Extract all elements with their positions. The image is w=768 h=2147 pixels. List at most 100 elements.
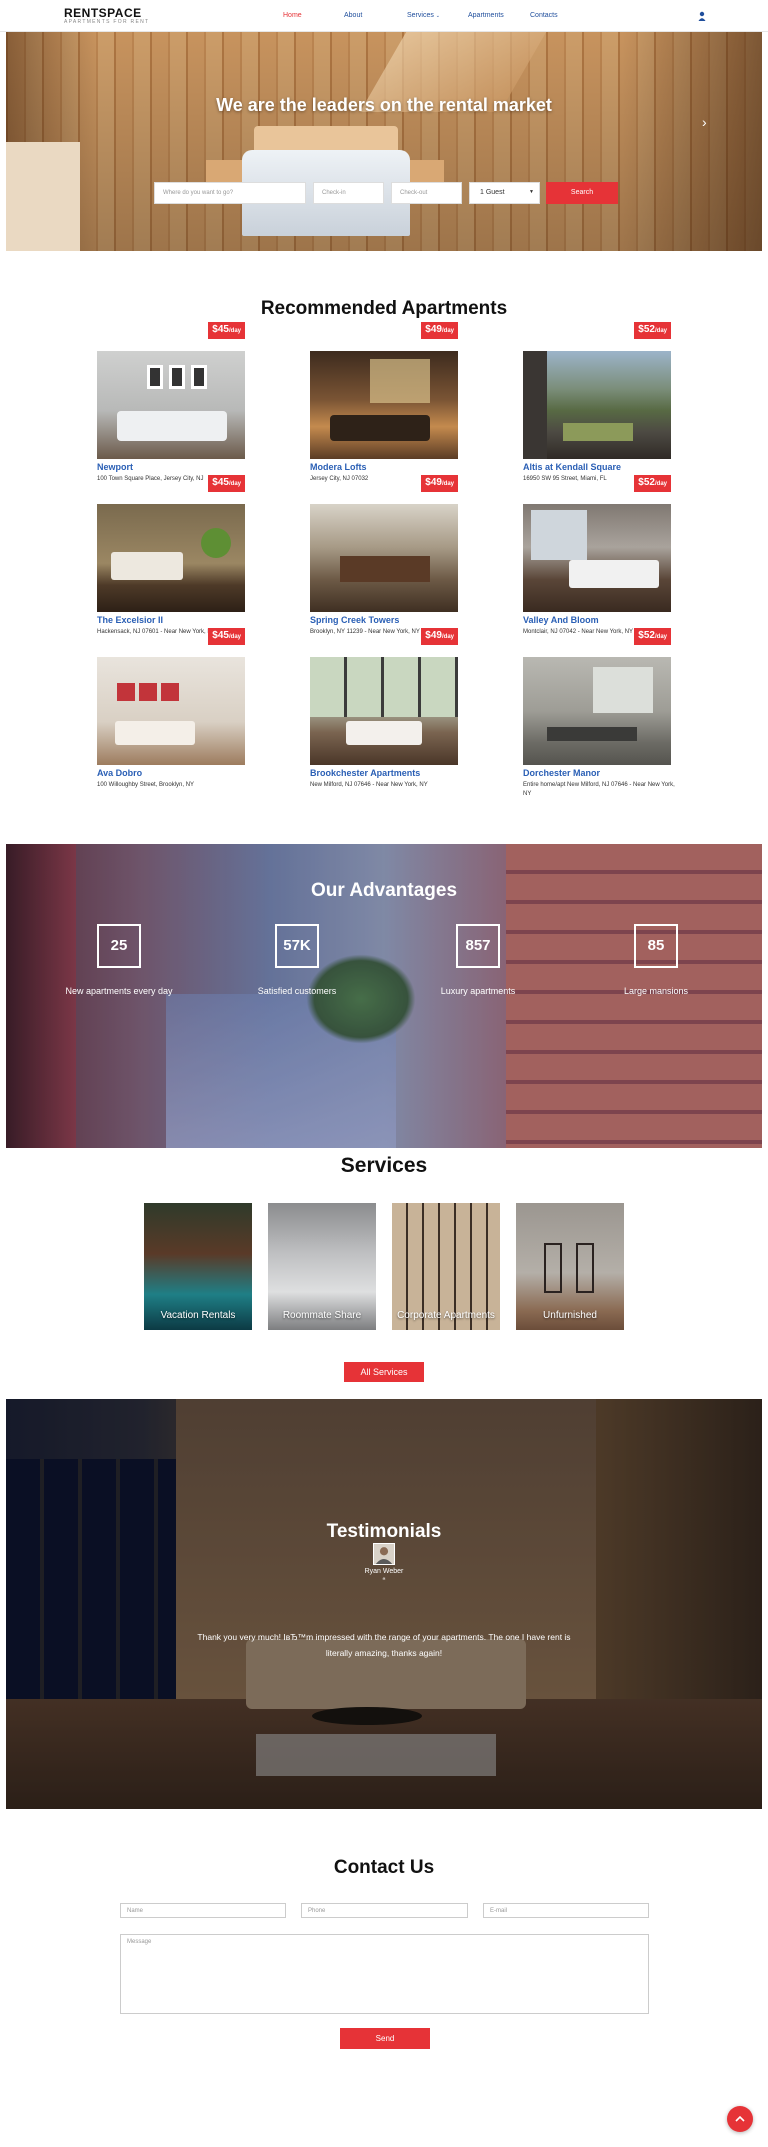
- price-value: $45: [212, 324, 229, 335]
- nav-services-label: Services: [407, 12, 434, 19]
- apartment-photo[interactable]: [310, 351, 458, 459]
- nav-home[interactable]: Home: [283, 12, 302, 19]
- price-unit: /day: [228, 634, 241, 640]
- apartment-name[interactable]: The Excelsior II: [97, 615, 163, 625]
- price-unit: /day: [654, 634, 667, 640]
- quote-icon: “: [382, 1576, 386, 1586]
- stat-label: Luxury apartments: [440, 986, 516, 996]
- testimonials-overlay: [6, 1399, 762, 1809]
- search-button[interactable]: Search: [546, 182, 618, 204]
- stat-label: Satisfied customers: [257, 986, 337, 996]
- apartment-photo[interactable]: [97, 504, 245, 612]
- price-tag: $52/day: [634, 322, 671, 339]
- price-value: $52: [638, 477, 655, 488]
- user-icon[interactable]: [698, 11, 706, 21]
- phone-input[interactable]: Phone: [301, 1903, 468, 1918]
- stat-item: 85 Large mansions: [601, 924, 711, 999]
- price-tag: $45/day: [208, 475, 245, 492]
- send-button[interactable]: Send: [340, 2028, 430, 2049]
- price-value: $45: [212, 477, 229, 488]
- nav-services[interactable]: Services ⌄: [407, 12, 440, 19]
- nav-apartments[interactable]: Apartments: [468, 12, 504, 19]
- hero-shade-right: [622, 32, 762, 251]
- apartment-address: New Milford, NJ 07646 - Near New York, N…: [310, 782, 428, 788]
- service-card[interactable]: Roommate Share: [268, 1203, 376, 1330]
- service-label: Vacation Rentals: [160, 1310, 236, 1321]
- all-services-button[interactable]: All Services: [344, 1362, 424, 1382]
- chevron-down-icon: ⌄: [435, 13, 440, 19]
- price-unit: /day: [441, 328, 454, 334]
- apartment-name[interactable]: Spring Creek Towers: [310, 615, 399, 625]
- stat-label: New apartments every day: [65, 986, 173, 996]
- apartment-photo[interactable]: [310, 657, 458, 765]
- chevron-right-icon[interactable]: ›: [702, 114, 707, 130]
- stat-value: 857: [456, 924, 500, 968]
- name-input[interactable]: Name: [120, 1903, 286, 1918]
- testimonials-section: Testimonials Ryan Weber “ Thank you very…: [6, 1399, 762, 1809]
- apartment-name[interactable]: Modera Lofts: [310, 462, 367, 472]
- advantages-section: Our Advantages 25 New apartments every d…: [6, 844, 762, 1148]
- guests-select[interactable]: 1 Guest ▼: [469, 182, 540, 204]
- hero-title: We are the leaders on the rental market: [216, 95, 552, 115]
- checkout-input[interactable]: Check-out: [391, 182, 462, 204]
- price-tag: $49/day: [421, 322, 458, 339]
- price-tag: $45/day: [208, 628, 245, 645]
- price-tag: $45/day: [208, 322, 245, 339]
- site-header: RENTSPACE APARTMENTS FOR RENT Home About…: [0, 0, 768, 32]
- logo-subtitle: APARTMENTS FOR RENT: [64, 19, 150, 25]
- price-value: $49: [425, 477, 442, 488]
- price-unit: /day: [441, 481, 454, 487]
- guests-value: 1 Guest: [480, 189, 505, 196]
- testimonial-text: Thank you very much! IвЂ™m impressed wit…: [197, 1632, 571, 1658]
- service-card[interactable]: Unfurnished: [516, 1203, 624, 1330]
- nav-about[interactable]: About: [344, 12, 362, 19]
- apartment-photo[interactable]: [97, 351, 245, 459]
- checkin-input[interactable]: Check-in: [313, 182, 384, 204]
- price-unit: /day: [654, 328, 667, 334]
- apartment-name[interactable]: Ava Dobro: [97, 768, 142, 778]
- apartment-photo[interactable]: [523, 657, 671, 765]
- service-label: Roommate Share: [282, 1310, 362, 1321]
- apartment-name[interactable]: Brookchester Apartments: [310, 768, 420, 778]
- apartment-name[interactable]: Altis at Kendall Square: [523, 462, 621, 472]
- price-value: $49: [425, 324, 442, 335]
- hero-banner: We are the leaders on the rental market …: [6, 32, 762, 251]
- advantages-title: Our Advantages: [310, 880, 458, 901]
- stat-item: 857 Luxury apartments: [423, 924, 533, 999]
- price-value: $45: [212, 630, 229, 641]
- apartment-photo[interactable]: [97, 657, 245, 765]
- price-unit: /day: [441, 634, 454, 640]
- scroll-to-top-button[interactable]: [727, 2106, 753, 2132]
- apartment-name[interactable]: Dorchester Manor: [523, 768, 600, 778]
- caret-down-icon: ▼: [529, 189, 534, 195]
- stat-value: 85: [634, 924, 678, 968]
- hero-dresser: [6, 142, 80, 251]
- price-unit: /day: [228, 328, 241, 334]
- apartment-photo[interactable]: [523, 351, 671, 459]
- logo[interactable]: RENTSPACE APARTMENTS FOR RENT: [64, 7, 149, 25]
- price-unit: /day: [654, 481, 667, 487]
- nav-contacts[interactable]: Contacts: [530, 12, 558, 19]
- testimonial-author: Ryan Weber: [364, 1568, 404, 1575]
- stat-item: 25 New apartments every day: [64, 924, 174, 999]
- avatar: [373, 1543, 395, 1565]
- price-value: $52: [638, 324, 655, 335]
- chevron-up-icon: [735, 2115, 745, 2122]
- apartment-address: Entire home/apt New Milford, NJ 07646 - …: [523, 782, 675, 797]
- apartment-name[interactable]: Valley And Bloom: [523, 615, 599, 625]
- price-tag: $52/day: [634, 628, 671, 645]
- price-unit: /day: [228, 481, 241, 487]
- stat-label: Large mansions: [623, 986, 689, 996]
- service-card[interactable]: Vacation Rentals: [144, 1203, 252, 1330]
- service-label: Unfurnished: [543, 1310, 597, 1321]
- apartment-photo[interactable]: [310, 504, 458, 612]
- apartment-photo[interactable]: [523, 504, 671, 612]
- email-input[interactable]: E-mail: [483, 1903, 649, 1918]
- price-tag: $52/day: [634, 475, 671, 492]
- apartment-address: 100 Willoughby Street, Brooklyn, NY: [97, 782, 195, 788]
- apartment-name[interactable]: Newport: [97, 462, 133, 472]
- service-card[interactable]: Corporate Apartments: [392, 1203, 500, 1330]
- where-input[interactable]: Where do you want to go?: [154, 182, 306, 204]
- message-textarea[interactable]: Message: [120, 1934, 649, 2014]
- contact-title: Contact Us: [333, 1857, 435, 1878]
